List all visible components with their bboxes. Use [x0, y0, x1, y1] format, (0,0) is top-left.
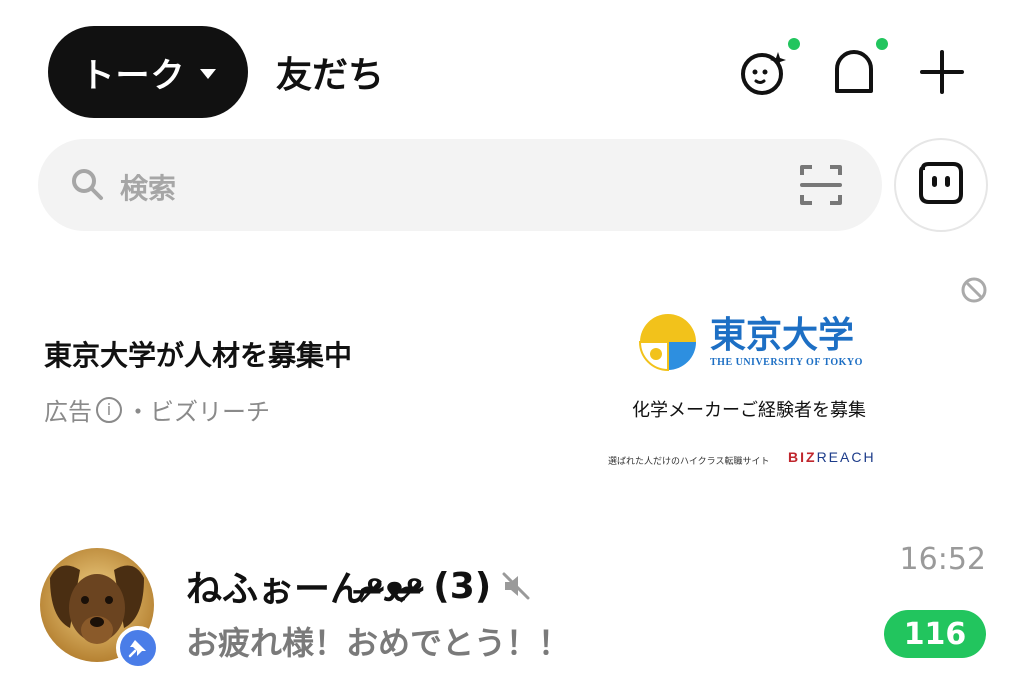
mute-icon: [502, 572, 530, 600]
face-sparkle-icon[interactable]: [736, 38, 800, 100]
ad-close-icon[interactable]: [960, 276, 988, 308]
search-icon: [70, 167, 104, 205]
chat-last-message: お疲れ様！おめでとう！！: [186, 624, 571, 662]
ginkgo-icon: [638, 314, 696, 372]
search-input[interactable]: 検索: [38, 139, 882, 231]
brand-biz: BIZ: [788, 449, 817, 465]
brand-reach: REACH: [816, 449, 876, 465]
ad-footnote: 選ばれた人だけのハイクラス転職サイト: [608, 457, 770, 467]
info-icon[interactable]: i: [96, 396, 122, 423]
ad-tagline: 化学メーカーご経験者を募集: [632, 400, 866, 421]
tab-talk[interactable]: トーク: [48, 26, 248, 118]
ad-title: 東京大学が人材を募集中: [44, 339, 353, 372]
ad-banner[interactable]: 東京大学が人材を募集中 広告 i ・ビズリーチ 東京大学 THE UNIVERS…: [0, 260, 1024, 480]
chat-list-item[interactable]: ねふぉーんᵒ̴̶̷ᴥᵒ̴̶̷ (3) お疲れ様！おめでとう！！ 16:52 11…: [0, 530, 1024, 670]
chat-name: ねふぉーんᵒ̴̶̷ᴥᵒ̴̶̷: [186, 569, 424, 610]
chevron-down-icon: [199, 69, 216, 79]
university-name-en: THE UNIVERSITY OF TOKYO: [710, 356, 863, 368]
pin-icon: [116, 626, 160, 670]
ad-label: 広告: [44, 398, 92, 426]
new-dot: [876, 38, 888, 50]
tab-friends[interactable]: 友だち: [276, 46, 384, 98]
university-logo: 東京大学 THE UNIVERSITY OF TOKYO: [638, 312, 863, 372]
ai-bot-button[interactable]: [894, 138, 988, 232]
ad-sponsor: ・ビズリーチ: [126, 398, 270, 426]
notification-icon[interactable]: [826, 38, 888, 100]
tab-talk-label: トーク: [80, 55, 186, 96]
chat-title: ねふぉーんᵒ̴̶̷ᴥᵒ̴̶̷ (3): [186, 560, 531, 612]
chat-timestamp: 16:52: [899, 542, 986, 577]
member-count: (3): [433, 565, 492, 607]
plus-icon[interactable]: [914, 44, 970, 100]
ad-image[interactable]: 東京大学 THE UNIVERSITY OF TOKYO 化学メーカーご経験者を…: [600, 304, 900, 474]
new-dot: [788, 38, 800, 50]
scan-icon[interactable]: [800, 163, 842, 211]
bizreach-logo: BIZREACH: [788, 449, 876, 465]
search-placeholder: 検索: [120, 172, 177, 205]
unread-badge: 116: [884, 610, 986, 658]
university-name-jp: 東京大学: [710, 313, 855, 356]
ad-meta: 広告 i ・ビズリーチ: [44, 392, 270, 427]
bot-icon: [919, 162, 963, 204]
